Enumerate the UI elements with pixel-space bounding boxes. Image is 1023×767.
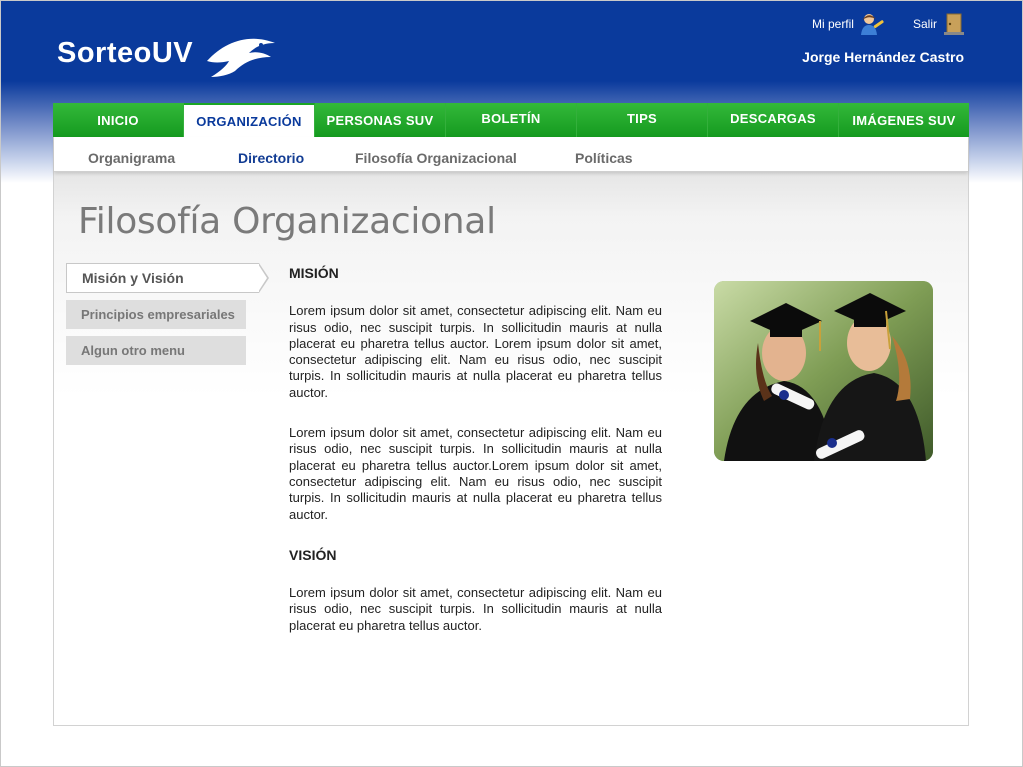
- page-frame: SorteoUV Mi perfil Salir Jorge Hernández…: [0, 0, 1023, 767]
- graduates-photo: [714, 281, 933, 461]
- user-name: Jorge Hernández Castro: [802, 49, 964, 65]
- content-panel: Organigrama Directorio Filosofía Organiz…: [53, 137, 969, 726]
- nav-organizacion[interactable]: ORGANIZACIÓN: [184, 103, 315, 137]
- side-item-label: Misión y Visión: [82, 270, 184, 286]
- side-item-mision-vision[interactable]: Misión y Visión: [66, 263, 269, 293]
- subnav-organigrama[interactable]: Organigrama: [88, 137, 175, 171]
- nav-personas-suv[interactable]: PERSONAS SUV: [315, 103, 446, 137]
- door-exit-icon: [944, 13, 964, 35]
- nav-tips[interactable]: TIPS: [577, 103, 708, 137]
- graduates-illustration: [714, 281, 933, 461]
- sorteouv-logo[interactable]: SorteoUV: [57, 31, 277, 81]
- sub-nav: Organigrama Directorio Filosofía Organiz…: [54, 137, 968, 172]
- mission-paragraph-1: Lorem ipsum dolor sit amet, consectetur …: [289, 303, 662, 400]
- nav-imagenes-suv[interactable]: IMÁGENES SUV: [839, 103, 969, 137]
- user-profile-icon: [860, 14, 884, 35]
- subnav-politicas[interactable]: Políticas: [575, 137, 633, 171]
- side-item-label: Principios empresariales: [81, 307, 235, 322]
- subnav-directorio[interactable]: Directorio: [238, 137, 304, 171]
- nav-boletin[interactable]: BOLETÍN: [446, 103, 577, 137]
- side-item-principios-empresariales[interactable]: Principios empresariales: [66, 300, 246, 329]
- logout-link[interactable]: Salir: [913, 13, 964, 35]
- eagle-logo-icon: [207, 38, 275, 77]
- logo-text: SorteoUV: [57, 37, 194, 69]
- side-item-algun-otro-menu[interactable]: Algun otro menu: [66, 336, 246, 365]
- profile-label: Mi perfil: [811, 17, 854, 31]
- profile-link[interactable]: Mi perfil: [812, 13, 885, 35]
- logout-label: Salir: [912, 17, 937, 31]
- nav-descargas[interactable]: DESCARGAS: [708, 103, 839, 137]
- mission-heading: MISIÓN: [289, 265, 339, 281]
- page-title: Filosofía Organizacional: [78, 201, 496, 242]
- active-arrow-indicator: [258, 263, 269, 293]
- mission-paragraph-2: Lorem ipsum dolor sit amet, consectetur …: [289, 425, 662, 522]
- side-menu: Misión y Visión Principios empresariales…: [66, 263, 269, 372]
- subnav-filosofia-organizacional[interactable]: Filosofía Organizacional: [355, 137, 517, 171]
- vision-heading: VISIÓN: [289, 546, 337, 563]
- side-item-label: Algun otro menu: [81, 343, 185, 358]
- vision-paragraph-1: Lorem ipsum dolor sit amet, consectetur …: [289, 585, 662, 633]
- main-nav: INICIO ORGANIZACIÓN PERSONAS SUV BOLETÍN…: [53, 103, 969, 137]
- article-body: MISIÓN Lorem ipsum dolor sit amet, conse…: [289, 265, 662, 658]
- nav-inicio[interactable]: INICIO: [53, 103, 184, 137]
- user-links: Mi perfil Salir: [812, 13, 964, 35]
